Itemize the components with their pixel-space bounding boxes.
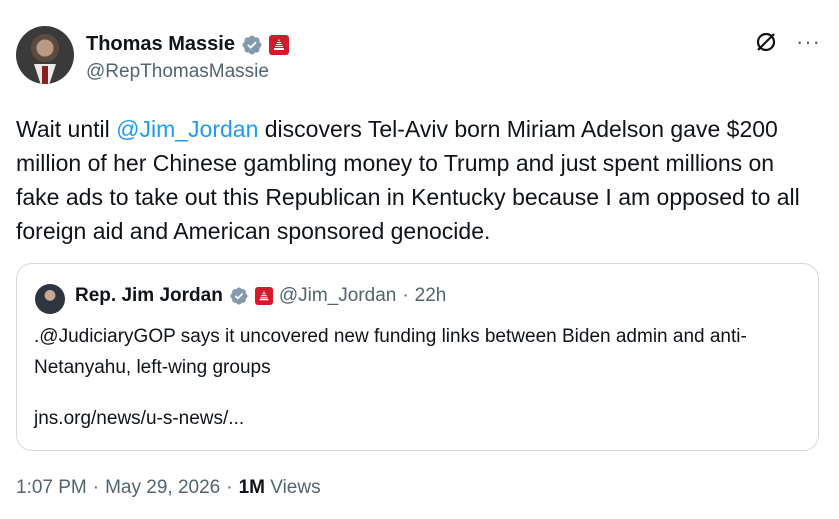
post-time[interactable]: 1:07 PM [16,477,87,499]
author-avatar[interactable] [16,26,74,84]
quoted-author-name[interactable]: Rep. Jim Jordan [75,285,223,307]
capitol-icon [259,290,269,301]
footer-separator: · [92,477,100,498]
quoted-text: .@JudiciaryGOP says it uncovered new fun… [34,326,747,378]
quoted-header: Rep. Jim Jordan @Jim_Jordan · 22h [75,285,446,307]
author-handle[interactable]: @RepThomasMassie [86,61,269,83]
grok-icon[interactable] [754,30,778,54]
quoted-separator: · [402,285,409,306]
mention-link[interactable]: @Jim_Jordan [116,116,258,142]
views-count-group[interactable]: 1M Views [239,477,321,499]
quoted-age[interactable]: 22h [415,285,447,307]
more-options-icon[interactable]: ··· [796,31,821,53]
government-badge-icon [254,287,273,305]
footer-separator: · [226,477,233,498]
post-footer: 1:07 PM · May 29, 2026 · 1M Views [16,477,321,499]
views-label: Views [270,477,321,498]
verified-badge-icon[interactable] [241,34,263,56]
quoted-link[interactable]: jns.org/news/u-s-news/... [34,408,244,430]
government-badge-icon [268,34,289,55]
quoted-handle[interactable]: @Jim_Jordan [279,285,397,307]
post-text-start: Wait until [16,116,117,142]
avatar-tie [42,66,48,84]
capitol-icon [273,38,284,50]
post-actions-top: ··· [754,30,821,54]
verified-badge-icon [230,287,248,305]
author-name-row: Thomas Massie [86,33,289,56]
quoted-author-avatar[interactable] [35,284,65,314]
post-text: Wait until @Jim_Jordan discovers Tel-Avi… [16,112,816,248]
post-date[interactable]: May 29, 2026 [105,477,220,499]
views-count: 1M [238,477,265,498]
quoted-post[interactable]: Rep. Jim Jordan @Jim_Jordan · 22h .@Judi… [16,263,819,451]
author-name[interactable]: Thomas Massie [86,33,235,56]
